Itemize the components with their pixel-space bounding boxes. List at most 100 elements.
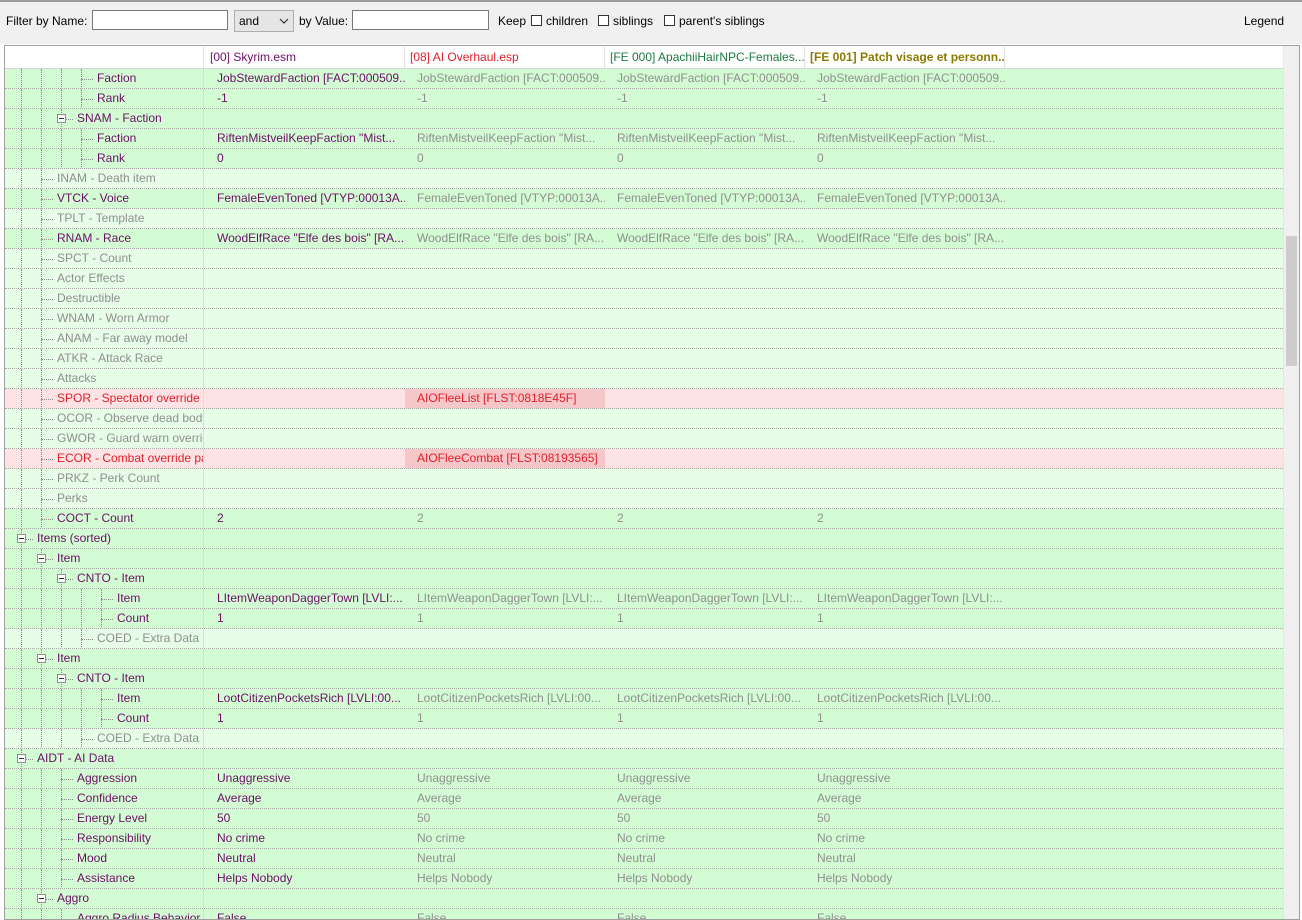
value-cell[interactable]: [205, 649, 405, 668]
collapse-toggle-icon[interactable]: [57, 114, 66, 123]
record-row[interactable]: Responsibility No crime No crime No crime No…: [5, 829, 1285, 849]
value-cell[interactable]: [605, 249, 805, 268]
value-cell[interactable]: [205, 669, 405, 688]
value-cell[interactable]: WoodElfRace "Elfe des bois" [RA...: [405, 229, 605, 248]
value-cell[interactable]: LItemWeaponDaggerTown [LVLI:...: [205, 589, 405, 608]
value-cell[interactable]: 50: [605, 809, 805, 828]
column-header-label[interactable]: [5, 46, 204, 68]
value-cell[interactable]: RiftenMistveilKeepFaction "Mist...: [405, 129, 605, 148]
value-cell[interactable]: [205, 309, 405, 328]
value-cell[interactable]: [405, 169, 605, 188]
value-cell[interactable]: False: [805, 909, 1005, 919]
value-cell[interactable]: [405, 749, 605, 768]
value-cell[interactable]: [805, 649, 1005, 668]
value-cell[interactable]: [405, 369, 605, 388]
value-cell[interactable]: -1: [205, 89, 405, 108]
value-cell[interactable]: 1: [405, 709, 605, 728]
value-cell[interactable]: [605, 409, 805, 428]
operator-select[interactable]: and: [234, 10, 294, 32]
value-cell[interactable]: 1: [205, 609, 405, 628]
record-row[interactable]: WNAM - Worn Armor: [5, 309, 1285, 329]
value-cell[interactable]: [805, 409, 1005, 428]
value-cell[interactable]: Average: [605, 789, 805, 808]
value-cell[interactable]: 2: [205, 509, 405, 528]
value-cell[interactable]: Average: [805, 789, 1005, 808]
value-cell[interactable]: [605, 889, 805, 908]
value-cell[interactable]: [405, 669, 605, 688]
value-cell[interactable]: AIOFleeCombat [FLST:08193565]: [405, 449, 605, 468]
value-cell[interactable]: Unaggressive: [805, 769, 1005, 788]
value-cell[interactable]: [605, 729, 805, 748]
value-cell[interactable]: 0: [405, 149, 605, 168]
value-cell[interactable]: WoodElfRace "Elfe des bois" [RA...: [205, 229, 405, 248]
value-cell[interactable]: [205, 629, 405, 648]
collapse-toggle-icon[interactable]: [57, 674, 66, 683]
value-cell[interactable]: [805, 549, 1005, 568]
legend-button[interactable]: Legend: [1244, 13, 1284, 29]
value-cell[interactable]: [805, 529, 1005, 548]
record-row[interactable]: OCOR - Observe dead body ...: [5, 409, 1285, 429]
value-cell[interactable]: [605, 329, 805, 348]
value-cell[interactable]: Average: [205, 789, 405, 808]
value-cell[interactable]: [605, 389, 805, 408]
value-cell[interactable]: [805, 449, 1005, 468]
value-cell[interactable]: 50: [405, 809, 605, 828]
value-cell[interactable]: JobStewardFaction [FACT:000509...: [605, 69, 805, 88]
value-cell[interactable]: [605, 169, 805, 188]
value-cell[interactable]: FemaleEvenToned [VTYP:00013A...: [805, 189, 1005, 208]
value-cell[interactable]: [605, 349, 805, 368]
record-row[interactable]: Destructible: [5, 289, 1285, 309]
value-cell[interactable]: AIOFleeList [FLST:0818E45F]: [405, 389, 605, 408]
record-row[interactable]: Items (sorted): [5, 529, 1285, 549]
value-cell[interactable]: [405, 409, 605, 428]
value-cell[interactable]: [205, 249, 405, 268]
record-row[interactable]: TPLT - Template: [5, 209, 1285, 229]
value-cell[interactable]: [805, 669, 1005, 688]
record-row[interactable]: VTCK - Voice FemaleEvenToned [VTYP:00013A…: [5, 189, 1285, 209]
value-cell[interactable]: False: [205, 909, 405, 919]
value-cell[interactable]: [205, 469, 405, 488]
value-cell[interactable]: [205, 729, 405, 748]
value-cell[interactable]: 50: [205, 809, 405, 828]
value-cell[interactable]: 1: [805, 709, 1005, 728]
value-cell[interactable]: Unaggressive: [405, 769, 605, 788]
value-cell[interactable]: [405, 469, 605, 488]
siblings-checkbox[interactable]: [598, 15, 609, 26]
record-row[interactable]: GWOR - Guard warn override...: [5, 429, 1285, 449]
value-cell[interactable]: [405, 309, 605, 328]
collapse-toggle-icon[interactable]: [37, 894, 46, 903]
value-cell[interactable]: [605, 289, 805, 308]
record-row[interactable]: ATKR - Attack Race: [5, 349, 1285, 369]
value-cell[interactable]: [405, 329, 605, 348]
value-cell[interactable]: [805, 329, 1005, 348]
value-cell[interactable]: -1: [805, 89, 1005, 108]
value-cell[interactable]: No crime: [205, 829, 405, 848]
value-cell[interactable]: [805, 209, 1005, 228]
record-row[interactable]: Assistance Helps Nobody Helps Nobody Helps …: [5, 869, 1285, 889]
collapse-toggle-icon[interactable]: [17, 754, 26, 763]
value-cell[interactable]: [205, 489, 405, 508]
value-cell[interactable]: 1: [805, 609, 1005, 628]
scrollbar-thumb[interactable]: [1286, 236, 1297, 366]
value-cell[interactable]: [205, 749, 405, 768]
value-cell[interactable]: [805, 369, 1005, 388]
value-cell[interactable]: [205, 549, 405, 568]
value-cell[interactable]: LItemWeaponDaggerTown [LVLI:...: [805, 589, 1005, 608]
record-row[interactable]: COED - Extra Data: [5, 629, 1285, 649]
value-cell[interactable]: 0: [805, 149, 1005, 168]
value-cell[interactable]: LItemWeaponDaggerTown [LVLI:...: [405, 589, 605, 608]
value-cell[interactable]: [205, 889, 405, 908]
value-cell[interactable]: [205, 529, 405, 548]
value-cell[interactable]: [805, 749, 1005, 768]
value-cell[interactable]: 0: [605, 149, 805, 168]
record-row[interactable]: Count 1 1 1 1: [5, 709, 1285, 729]
value-cell[interactable]: False: [405, 909, 605, 919]
collapse-toggle-icon[interactable]: [57, 574, 66, 583]
record-row[interactable]: RNAM - Race WoodElfRace "Elfe des bois" […: [5, 229, 1285, 249]
value-cell[interactable]: [405, 269, 605, 288]
value-cell[interactable]: WoodElfRace "Elfe des bois" [RA...: [605, 229, 805, 248]
value-cell[interactable]: [205, 289, 405, 308]
value-cell[interactable]: RiftenMistveilKeepFaction "Mist...: [805, 129, 1005, 148]
value-cell[interactable]: [605, 109, 805, 128]
value-cell[interactable]: [805, 249, 1005, 268]
